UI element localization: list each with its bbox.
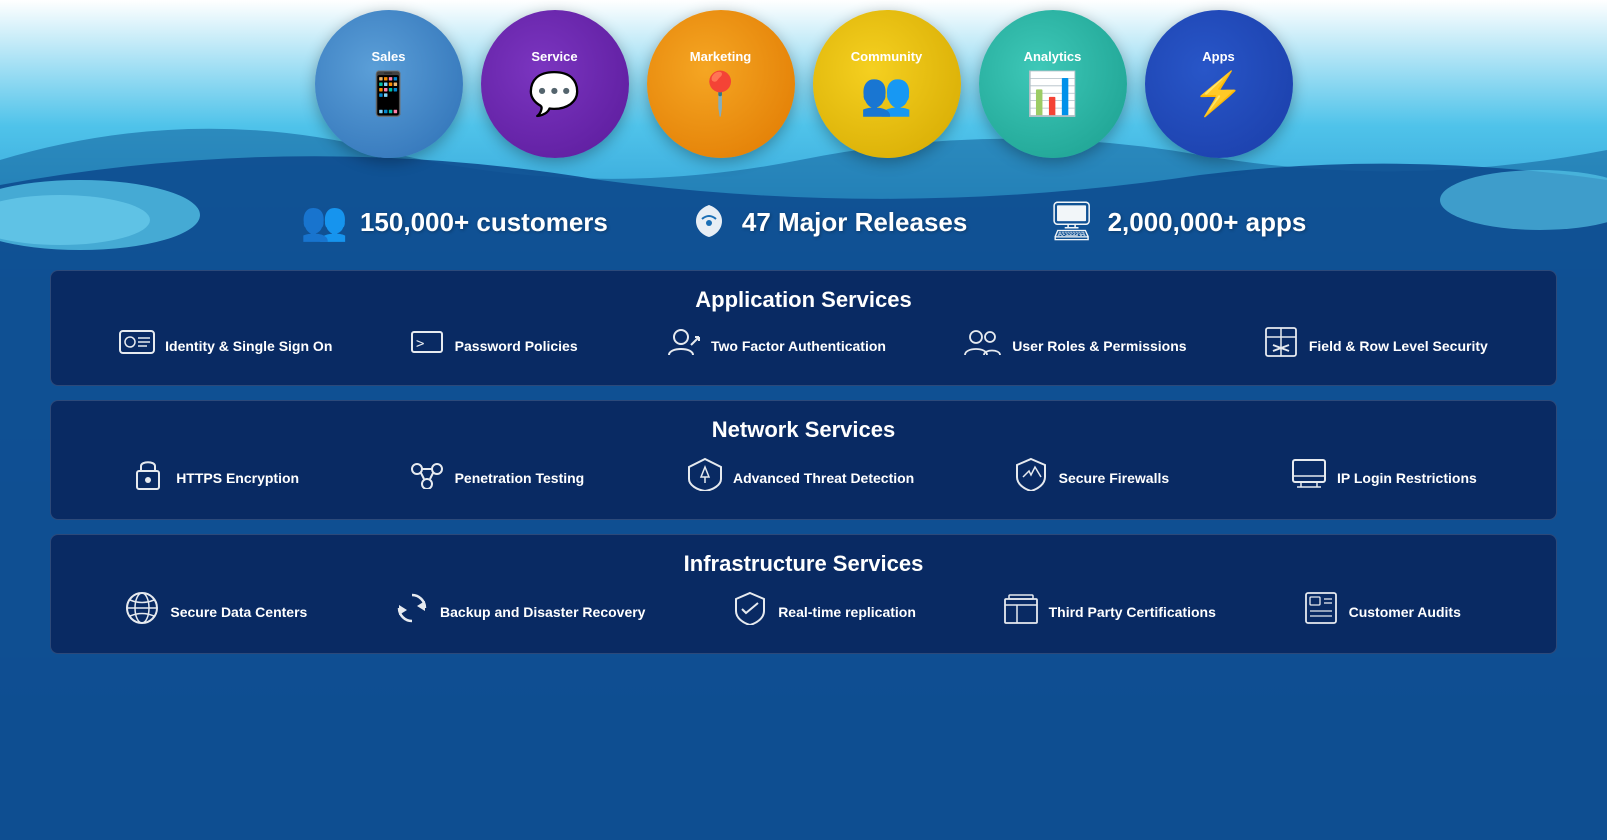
threat-icon [687,457,723,499]
circle-service-label: Service [531,49,577,64]
service-iplogin: IP Login Restrictions [1291,458,1477,498]
apps-icon: 🖥 [1047,200,1095,244]
infrastructure-services-items: Secure Data Centers Backup and Disaster … [81,591,1526,633]
stat-releases: 47 Major Releases [688,203,967,241]
circle-marketing[interactable]: Marketing 📍 [647,10,795,158]
application-services-title: Application Services [81,287,1526,313]
circle-service-icon: 💬 [528,70,580,119]
circle-apps-label: Apps [1202,49,1235,64]
circle-community-label: Community [851,49,923,64]
service-penetration: Penetration Testing [409,459,589,497]
identity-icon [119,327,155,365]
iplogin-icon [1291,458,1327,498]
circle-community[interactable]: Community 👥 [813,10,961,158]
circle-sales-label: Sales [372,49,406,64]
twofactor-icon [665,327,701,365]
services-container: Application Services Identity & Single S… [50,270,1557,654]
backup-icon [394,591,430,633]
twofactor-name: Two Factor Authentication [711,337,886,355]
circle-marketing-icon: 📍 [694,70,746,119]
userroles-icon [962,327,1002,365]
https-icon [130,457,166,499]
service-datacenter: Secure Data Centers [124,591,307,633]
audits-name: Customer Audits [1349,603,1461,621]
replication-name: Real-time replication [778,603,916,621]
penetration-icon [409,459,445,497]
stat-apps: 🖥 2,000,000+ apps [1047,200,1306,244]
service-password: >_ Password Policies [409,327,589,365]
circles-row: Sales 📱 Service 💬 Marketing 📍 Community … [0,10,1607,158]
service-fieldrow: Field & Row Level Security [1263,327,1488,365]
thirdparty-icon [1003,591,1039,633]
service-audits: Customer Audits [1303,591,1483,633]
circle-marketing-label: Marketing [690,49,751,64]
iplogin-name: IP Login Restrictions [1337,469,1477,487]
circle-analytics-label: Analytics [1024,49,1082,64]
application-services-items: Identity & Single Sign On >_ Password Po… [81,327,1526,365]
infrastructure-services-section: Infrastructure Services Secure Data Cent… [50,534,1557,654]
service-https: HTTPS Encryption [130,457,310,499]
circle-apps-icon: ⚡ [1192,70,1244,119]
identity-name: Identity & Single Sign On [165,337,332,355]
circle-apps[interactable]: Apps ⚡ [1145,10,1293,158]
circle-analytics[interactable]: Analytics 📊 [979,10,1127,158]
customers-icon: 👥 [301,200,348,244]
customers-text: 150,000+ customers [360,207,608,238]
service-replication: Real-time replication [732,591,916,633]
replication-icon [732,591,768,633]
application-services-section: Application Services Identity & Single S… [50,270,1557,386]
svg-text:>_: >_ [416,336,433,352]
backup-name: Backup and Disaster Recovery [440,603,645,621]
thirdparty-name: Third Party Certifications [1049,603,1216,621]
service-backup: Backup and Disaster Recovery [394,591,645,633]
infrastructure-services-title: Infrastructure Services [81,551,1526,577]
circle-sales[interactable]: Sales 📱 [315,10,463,158]
firewalls-icon [1013,457,1049,499]
audits-icon [1303,591,1339,633]
datacenter-icon [124,591,160,633]
penetration-name: Penetration Testing [455,469,585,487]
service-thirdparty: Third Party Certifications [1003,591,1216,633]
service-firewalls: Secure Firewalls [1013,457,1193,499]
password-icon: >_ [409,327,445,365]
stats-bar: 👥 150,000+ customers 47 Major Releases 🖥… [0,200,1607,244]
datacenter-name: Secure Data Centers [170,603,307,621]
network-services-items: HTTPS Encryption Penetration Test [81,457,1526,499]
network-services-title: Network Services [81,417,1526,443]
https-name: HTTPS Encryption [176,469,299,487]
main-container: Sales 📱 Service 💬 Marketing 📍 Community … [0,0,1607,840]
stat-customers: 👥 150,000+ customers [301,200,608,244]
fieldrow-name: Field & Row Level Security [1309,337,1488,355]
service-threat: Advanced Threat Detection [687,457,914,499]
fieldrow-icon [1263,327,1299,365]
circle-sales-icon: 📱 [362,70,414,119]
userroles-name: User Roles & Permissions [1012,337,1186,355]
circle-community-icon: 👥 [860,70,912,119]
circle-analytics-icon: 📊 [1026,70,1078,119]
apps-text: 2,000,000+ apps [1108,207,1307,238]
firewalls-name: Secure Firewalls [1059,469,1170,487]
password-name: Password Policies [455,337,578,355]
service-identity: Identity & Single Sign On [119,327,332,365]
releases-icon [688,203,730,241]
releases-text: 47 Major Releases [742,207,967,238]
service-userroles: User Roles & Permissions [962,327,1186,365]
network-services-section: Network Services HTTPS Encryption [50,400,1557,520]
threat-name: Advanced Threat Detection [733,469,914,487]
circle-service[interactable]: Service 💬 [481,10,629,158]
service-twofactor: Two Factor Authentication [665,327,886,365]
